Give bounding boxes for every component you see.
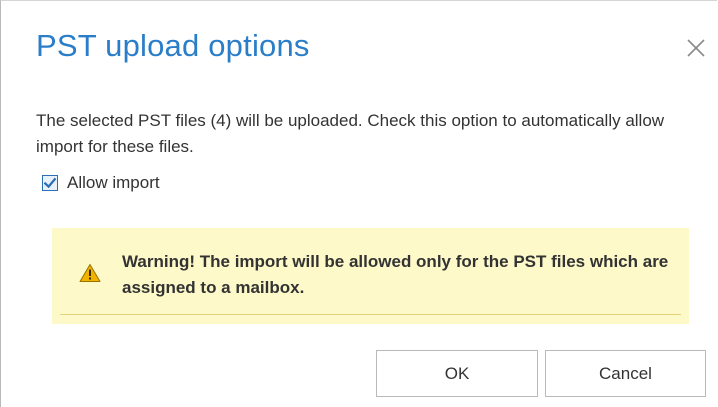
allow-import-option[interactable]: Allow import (42, 172, 160, 194)
warning-text: Warning! The import will be allowed only… (122, 252, 669, 297)
warning-icon (79, 263, 101, 283)
allow-import-checkbox[interactable] (42, 175, 58, 191)
dialog-title: PST upload options (36, 28, 310, 63)
checkmark-icon (43, 177, 57, 189)
warning-box: Warning! The import will be allowed only… (52, 228, 689, 324)
close-icon[interactable] (685, 37, 707, 59)
cancel-button[interactable]: Cancel (545, 350, 706, 397)
pst-upload-options-dialog: PST upload options The selected PST file… (0, 0, 717, 407)
dialog-message: The selected PST files (4) will be uploa… (36, 111, 665, 156)
warning-divider (60, 314, 681, 315)
ok-button[interactable]: OK (376, 350, 538, 397)
allow-import-label[interactable]: Allow import (67, 173, 160, 193)
